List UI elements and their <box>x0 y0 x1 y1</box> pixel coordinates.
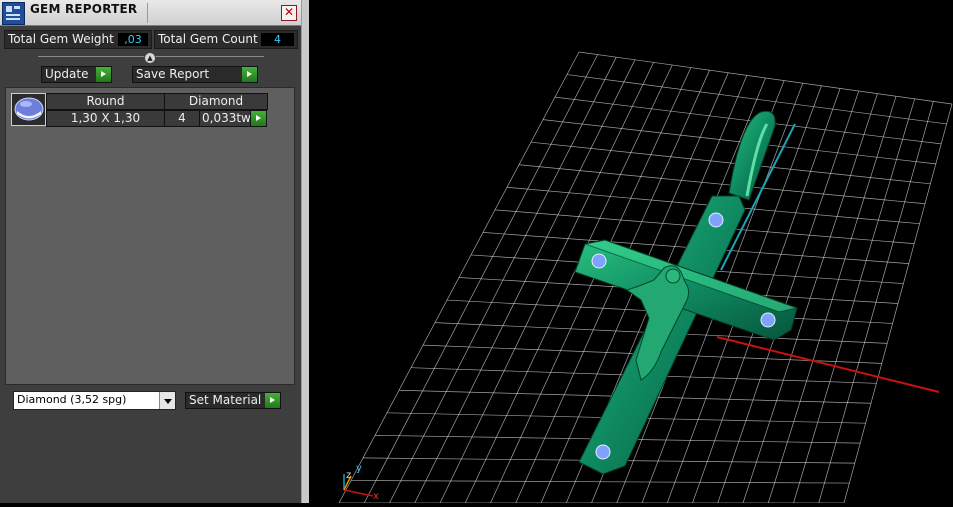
gem-reporter-panel: GEM REPORTER ✕ Total Gem Weight ,03 Tota… <box>0 0 301 503</box>
total-gem-count-field: Total Gem Count 4 <box>154 30 298 49</box>
gem-weight-cell: 0,033tw <box>199 110 253 127</box>
gem-list[interactable]: Round Diamond 1,30 X 1,30 4 0,033tw <box>5 87 295 385</box>
set-material-button-label: Set Material <box>189 393 262 407</box>
grid-line <box>793 98 916 504</box>
total-gem-count-value: 4 <box>261 33 294 46</box>
material-select-value: Diamond (3,52 spg) <box>17 393 127 406</box>
x-axis-line <box>716 336 940 393</box>
axis-label-y: y <box>356 463 362 474</box>
axis-label-z: z <box>346 470 351 481</box>
save-report-button-label: Save Report <box>136 67 210 81</box>
title-separator <box>147 3 148 23</box>
play-arrow-icon[interactable] <box>250 110 267 127</box>
table-header-shape: Round <box>46 93 165 110</box>
grid-line <box>818 101 934 504</box>
save-report-button[interactable]: Save Report <box>132 66 258 83</box>
total-gem-count-label: Total Gem Count <box>158 32 258 46</box>
viewport-scene[interactable]: z y x <box>309 0 953 504</box>
gem-stone[interactable] <box>591 253 607 269</box>
close-button[interactable]: ✕ <box>281 5 297 21</box>
material-select[interactable]: Diamond (3,52 spg) <box>13 391 176 410</box>
table-header-material: Diamond <box>164 93 268 110</box>
set-material-button[interactable]: Set Material <box>185 392 281 409</box>
total-gem-weight-field: Total Gem Weight ,03 <box>4 30 152 49</box>
window-title: GEM REPORTER <box>30 2 138 16</box>
dropdown-arrow-icon[interactable] <box>159 392 175 409</box>
collapse-arrow-icon[interactable]: ▲ <box>144 52 156 64</box>
update-button-label: Update <box>45 67 89 81</box>
app-icon <box>2 2 25 25</box>
title-bar[interactable]: GEM REPORTER ✕ <box>0 0 301 26</box>
gem-round-icon[interactable] <box>11 93 46 126</box>
gem-stone[interactable] <box>760 312 776 328</box>
3d-viewport[interactable]: z y x <box>309 0 953 504</box>
total-gem-weight-value: ,03 <box>118 33 148 46</box>
update-button[interactable]: Update <box>41 66 112 83</box>
play-arrow-icon <box>242 67 257 82</box>
axis-label-x: x <box>373 491 379 502</box>
close-icon: ✕ <box>283 5 295 19</box>
total-gem-weight-label: Total Gem Weight <box>8 32 114 46</box>
gem-stone[interactable] <box>708 212 724 228</box>
play-arrow-icon <box>96 67 111 82</box>
gem-count-cell: 4 <box>164 110 200 127</box>
axis-gizmo: z y x <box>343 463 379 502</box>
gem-size-cell: 1,30 X 1,30 <box>46 110 165 127</box>
gem-stone[interactable] <box>595 444 611 460</box>
grid-line <box>843 103 953 504</box>
play-arrow-icon <box>265 393 280 408</box>
